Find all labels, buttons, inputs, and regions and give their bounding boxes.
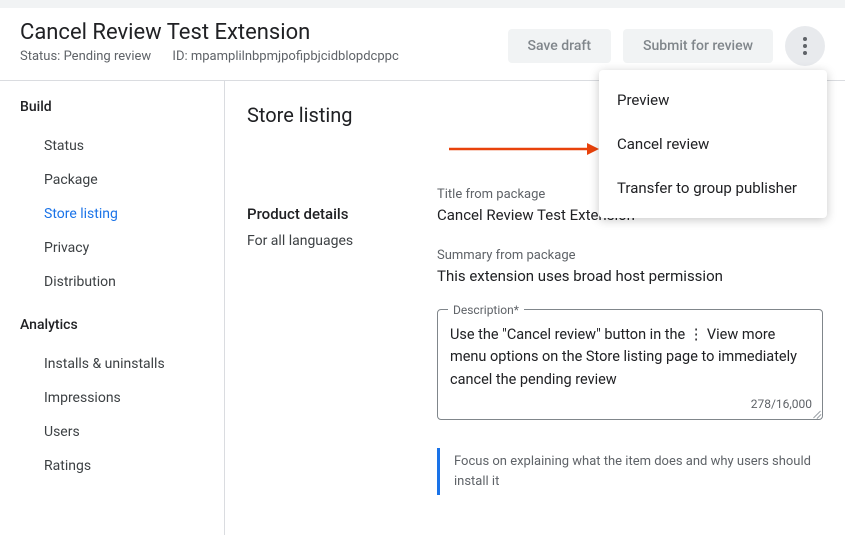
header-actions: Save draft Submit for review [508,20,825,66]
for-all-languages: For all languages [247,233,437,249]
status-value: Pending review [64,49,152,64]
menu-item-cancel-review[interactable]: Cancel review [599,122,827,166]
id-label: ID: [172,49,187,64]
sidebar-item-distribution[interactable]: Distribution [20,265,224,299]
sidebar-item-ratings[interactable]: Ratings [20,449,224,483]
more-vert-icon [803,37,807,55]
menu-item-transfer[interactable]: Transfer to group publisher [599,166,827,210]
sidebar-item-installs[interactable]: Installs & uninstalls [20,347,224,381]
summary-from-package-label: Summary from package [437,248,823,263]
sidebar-item-store-listing[interactable]: Store listing [20,197,224,231]
status-label: Status: [20,49,60,64]
description-hint: Focus on explaining what the item does a… [437,448,823,495]
topbar-gap [0,0,845,8]
sidebar-group-analytics: Analytics Installs & uninstalls Impressi… [20,317,224,483]
summary-from-package-value: This extension uses broad host permissio… [437,267,823,285]
sidebar-item-users[interactable]: Users [20,415,224,449]
sidebar-item-package[interactable]: Package [20,163,224,197]
save-draft-button[interactable]: Save draft [508,29,612,63]
page-title: Cancel Review Test Extension [20,20,399,45]
sidebar-group-build: Build Status Package Store listing Priva… [20,99,224,299]
sidebar-head-build: Build [20,99,224,115]
description-label: Description* [448,301,524,320]
id-value: mpamplilnbpmjpofipbjcidblopdcppc [191,49,399,64]
menu-item-preview[interactable]: Preview [599,78,827,122]
resize-handle-icon[interactable] [811,408,821,418]
description-char-count: 278/16,000 [751,395,812,414]
header-meta: Status: Pending review ID: mpamplilnbpmj… [20,49,399,64]
sidebar-item-impressions[interactable]: Impressions [20,381,224,415]
more-options-button[interactable] [785,26,825,66]
header-left: Cancel Review Test Extension Status: Pen… [20,20,399,64]
sidebar: Build Status Package Store listing Priva… [0,81,225,535]
description-field[interactable]: Description* Use the "Cancel review" but… [437,309,823,420]
section-title: Store listing [247,103,437,127]
product-details-heading: Product details [247,205,437,223]
sidebar-item-status[interactable]: Status [20,129,224,163]
submit-review-button[interactable]: Submit for review [623,29,773,63]
annotation-arrow-icon [449,140,601,158]
description-value: Use the "Cancel review" button in the ⋮ … [450,326,797,388]
more-options-menu: Preview Cancel review Transfer to group … [599,70,827,218]
main-col-left: Store listing Product details For all la… [247,103,437,535]
sidebar-item-privacy[interactable]: Privacy [20,231,224,265]
sidebar-head-analytics: Analytics [20,317,224,333]
